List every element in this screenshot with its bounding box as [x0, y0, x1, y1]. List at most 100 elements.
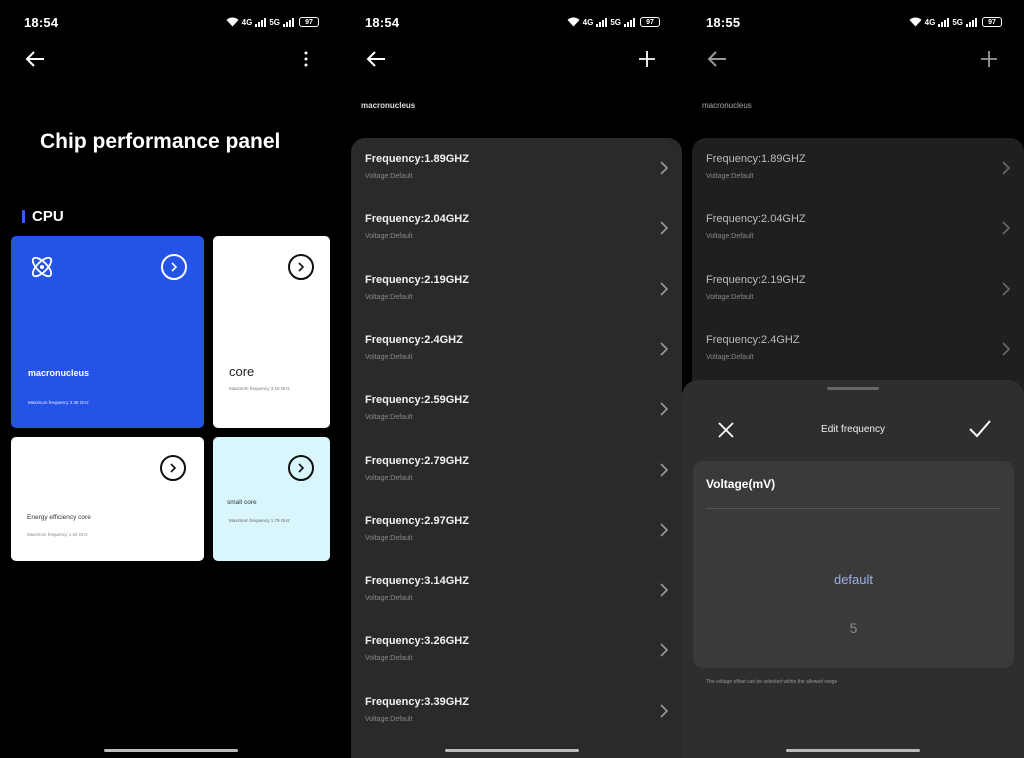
back-arrow-icon[interactable] — [704, 46, 730, 72]
chevron-right-icon — [660, 342, 669, 356]
card-core[interactable]: core Maximum frequency 3.19 GHz — [213, 236, 330, 428]
voltage-field-label: Voltage(mV) — [706, 477, 776, 491]
picker-selected-value[interactable]: default — [693, 572, 1014, 587]
frequency-row[interactable]: Frequency:1.89GHZ Voltage:Default — [692, 140, 1024, 200]
wifi-icon — [909, 17, 922, 27]
home-indicator[interactable] — [444, 749, 579, 752]
battery-icon: 97 — [299, 17, 319, 27]
signal-icon — [624, 17, 635, 27]
chevron-right-icon — [1002, 342, 1011, 356]
voltage-label: Voltage:Default — [365, 474, 413, 482]
chevron-right-icon — [660, 704, 669, 718]
cpu-section-header: CPU — [22, 208, 64, 225]
home-indicator[interactable] — [786, 749, 920, 752]
status-bar: 18:55 4G 5G 97 — [706, 13, 1002, 31]
more-options-button[interactable] — [293, 46, 319, 72]
section-subtitle: macronucleus — [702, 101, 752, 110]
status-time: 18:54 — [365, 14, 400, 30]
frequency-label: Frequency:2.4GHZ — [706, 333, 800, 346]
frequency-row[interactable]: Frequency:3.26GHZ Voltage:Default — [351, 622, 682, 682]
voltage-label: Voltage:Default — [706, 233, 754, 241]
chevron-right-icon — [1002, 221, 1011, 235]
frequency-row[interactable]: Frequency:2.19GHZ Voltage:Default — [351, 261, 682, 321]
add-button[interactable] — [976, 46, 1002, 72]
card-macronucleus[interactable]: macronucleus Maximum frequency 3.39 GHz — [11, 236, 204, 428]
signal-icon — [596, 17, 608, 27]
atom-icon — [31, 256, 53, 278]
chevron-right-circle-icon[interactable] — [288, 254, 314, 280]
network-4g-label: 4G — [924, 17, 936, 27]
frequency-row[interactable]: Frequency:2.04GHZ Voltage:Default — [351, 200, 682, 260]
status-time: 18:55 — [706, 14, 741, 30]
chevron-right-icon — [660, 643, 669, 657]
network-5g-label: 5G — [269, 17, 280, 27]
chevron-right-circle-icon[interactable] — [160, 455, 186, 481]
frequency-row[interactable]: Frequency:2.59GHZ Voltage:Default — [351, 381, 682, 441]
card-max-frequency: Maximum frequency 3.19 GHz — [229, 386, 290, 391]
voltage-label: Voltage:Default — [706, 293, 754, 301]
frequency-label: Frequency:2.19GHZ — [706, 273, 806, 286]
voltage-label: Voltage:Default — [365, 715, 413, 723]
plus-icon — [639, 51, 655, 67]
status-time: 18:54 — [24, 14, 59, 30]
more-vertical-icon — [304, 51, 308, 67]
chevron-right-circle-icon[interactable] — [161, 254, 187, 280]
frequency-label: Frequency:1.89GHZ — [365, 153, 469, 165]
chevron-right-icon — [1002, 161, 1011, 175]
chevron-right-icon — [660, 221, 669, 235]
back-arrow-icon[interactable] — [363, 46, 389, 72]
frequency-row[interactable]: Frequency:1.89GHZ Voltage:Default — [351, 140, 682, 200]
card-name: macronucleus — [28, 368, 90, 378]
chevron-right-icon — [1002, 282, 1011, 296]
network-5g-label: 5G — [610, 17, 621, 27]
frequency-label: Frequency:2.04GHZ — [706, 213, 806, 226]
chip-performance-screen: 18:54 4G 5G 97 Chip performance panel CP… — [0, 0, 341, 758]
edit-frequency-sheet: Edit frequency Voltage(mV) default 5 The… — [682, 380, 1024, 758]
card-max-frequency: Maximum frequency 3.39 GHz — [28, 400, 89, 405]
voltage-label: Voltage:Default — [365, 353, 413, 361]
frequency-row[interactable]: Frequency:2.04GHZ Voltage:Default — [692, 200, 1024, 260]
voltage-label: Voltage:Default — [365, 173, 413, 180]
card-small-core[interactable]: small core Maximum frequency 1.79 GHz — [213, 437, 330, 561]
frequency-row[interactable]: Frequency:2.19GHZ Voltage:Default — [692, 261, 1024, 321]
frequency-row[interactable]: Frequency:3.14GHZ Voltage:Default — [351, 562, 682, 622]
page-title: Chip performance panel — [40, 130, 281, 153]
chevron-right-circle-icon[interactable] — [288, 455, 314, 481]
frequency-row[interactable]: Frequency:2.79GHZ Voltage:Default — [351, 442, 682, 502]
frequency-label: Frequency:2.04GHZ — [365, 213, 469, 226]
wifi-icon — [226, 17, 239, 27]
confirm-check-icon[interactable] — [968, 418, 992, 440]
frequency-label: Frequency:2.79GHZ — [365, 454, 469, 467]
picker-next-value[interactable]: 5 — [693, 620, 1014, 636]
home-indicator[interactable] — [103, 749, 238, 752]
voltage-label: Voltage:Default — [365, 595, 413, 603]
status-bar: 18:54 4G 5G 97 — [365, 13, 660, 31]
add-button[interactable] — [634, 46, 660, 72]
frequency-list: Frequency:1.89GHZ Voltage:Default Frequenc… — [351, 138, 682, 758]
back-arrow-icon[interactable] — [22, 46, 48, 72]
frequency-row[interactable]: Frequency:2.97GHZ Voltage:Default — [351, 502, 682, 562]
frequency-row[interactable]: Frequency:3.39GHZ Voltage:Default — [351, 683, 682, 743]
edit-frequency-screen: 18:55 4G 5G 97 macronucleus Frequency:1.… — [682, 0, 1024, 758]
section-subtitle: macronucleus — [361, 101, 416, 110]
chevron-right-icon — [660, 523, 669, 537]
chevron-right-icon — [660, 462, 669, 477]
voltage-label: Voltage:Default — [365, 233, 413, 241]
card-energy-efficiency-core[interactable]: Energy efficiency core Maximum frequency… — [11, 437, 204, 561]
frequency-label: Frequency:2.97GHZ — [365, 514, 469, 527]
signal-icon — [283, 17, 294, 27]
card-max-frequency: Maximum frequency 1.64 GHz — [27, 532, 88, 537]
divider — [706, 508, 1000, 509]
network-5g-label: 5G — [952, 17, 963, 27]
network-4g-label: 4G — [241, 17, 253, 27]
voltage-hint: The voltage offset can be selected withi… — [706, 679, 838, 685]
sheet-drag-handle[interactable] — [827, 387, 879, 390]
frequency-row[interactable]: Frequency:2.4GHZ Voltage:Default — [351, 321, 682, 381]
frequency-row[interactable]: Frequency:2.4GHZ Voltage:Default — [692, 321, 1024, 381]
chevron-right-icon — [660, 282, 669, 296]
voltage-label: Voltage:Default — [706, 173, 754, 180]
chevron-right-icon — [660, 583, 669, 597]
battery-icon: 97 — [640, 17, 660, 27]
voltage-label: Voltage:Default — [706, 353, 754, 361]
voltage-label: Voltage:Default — [365, 655, 413, 663]
